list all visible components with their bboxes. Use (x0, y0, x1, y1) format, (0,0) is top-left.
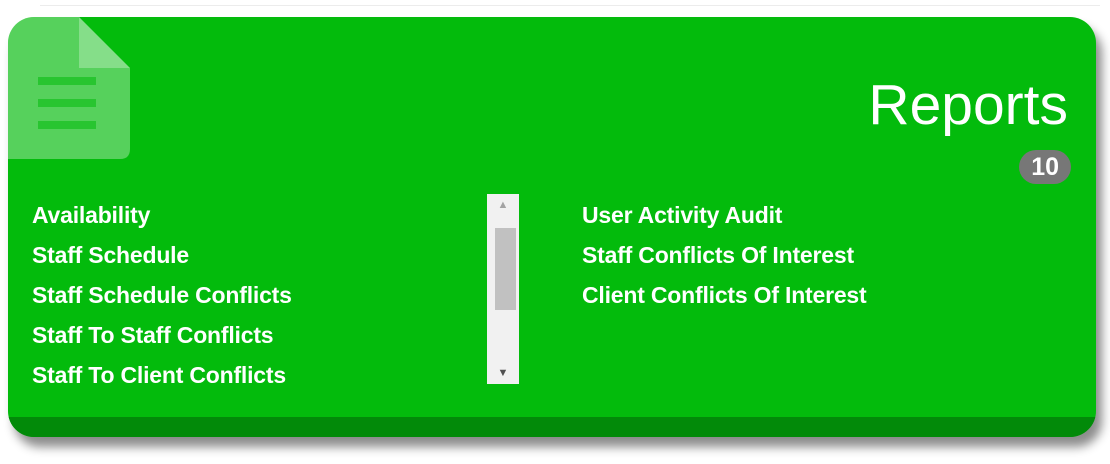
report-link-staff-to-staff-conflicts[interactable]: Staff To Staff Conflicts (32, 315, 292, 355)
scroll-down-arrow-icon[interactable]: ▼ (487, 362, 519, 384)
report-link-staff-schedule-conflicts[interactable]: Staff Schedule Conflicts (32, 275, 292, 315)
report-link-availability[interactable]: Availability (32, 195, 292, 235)
reports-list-scrollbar[interactable]: ▲ ▼ (487, 194, 519, 384)
report-link-staff-schedule[interactable]: Staff Schedule (32, 235, 292, 275)
top-divider (40, 5, 1100, 6)
scroll-up-arrow-icon[interactable]: ▲ (487, 194, 519, 216)
report-link-staff-conflicts-of-interest[interactable]: Staff Conflicts Of Interest (582, 235, 866, 275)
report-link-staff-to-client-conflicts[interactable]: Staff To Client Conflicts (32, 355, 292, 395)
reports-list-left: Availability Staff Schedule Staff Schedu… (32, 195, 292, 395)
report-link-client-conflicts-of-interest[interactable]: Client Conflicts Of Interest (582, 275, 867, 315)
report-count-badge: 10 (1019, 150, 1071, 184)
report-link-user-activity-audit[interactable]: User Activity Audit (582, 195, 866, 235)
card-footer (8, 417, 1096, 437)
reports-card: Reports 10 Availability Staff Schedule S… (8, 17, 1096, 437)
scrollbar-thumb[interactable] (495, 228, 516, 310)
document-icon (8, 17, 130, 159)
reports-list-right: User Activity Audit Staff Conflicts Of I… (582, 195, 867, 315)
card-title: Reports (868, 73, 1068, 137)
